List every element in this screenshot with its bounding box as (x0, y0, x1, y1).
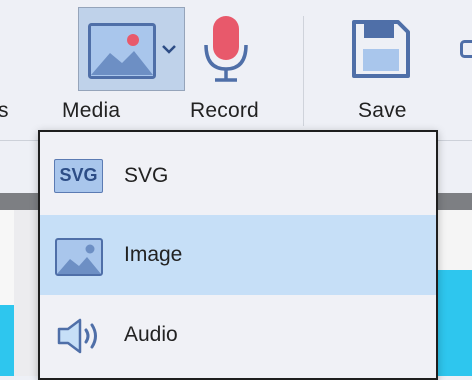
svg-badge-icon: SVG (54, 159, 103, 193)
menu-item-image[interactable]: Image (40, 215, 436, 295)
menu-item-audio[interactable]: Audio (40, 295, 436, 375)
microphone-icon (202, 15, 250, 83)
chevron-down-icon[interactable] (162, 44, 176, 54)
save-button[interactable]: Save (340, 0, 420, 140)
media-button[interactable]: Media (38, 0, 150, 140)
toolbar-partial-label: s (0, 99, 9, 123)
toolbar: s Media Record Save (0, 0, 472, 140)
menu-item-image-label: Image (124, 243, 182, 267)
image-icon (55, 238, 103, 276)
record-button-label: Record (190, 99, 259, 123)
menu-item-audio-label: Audio (124, 323, 178, 347)
floppy-disk-icon (351, 19, 411, 79)
menu-item-svg-label: SVG (124, 164, 168, 188)
menu-item-svg[interactable]: SVG SVG (40, 135, 436, 215)
save-button-label: Save (358, 99, 407, 123)
media-button-label: Media (62, 99, 120, 123)
speaker-icon (57, 318, 103, 354)
record-button[interactable]: Record (180, 0, 272, 140)
toolbar-separator (303, 16, 304, 126)
partial-toolbar-icon[interactable] (460, 40, 472, 58)
canvas-right-edge (438, 210, 472, 270)
image-icon (88, 23, 156, 79)
canvas-cyan-shape-left (0, 305, 14, 376)
media-dropdown-menu: SVG SVG Image Audio (38, 130, 438, 380)
canvas-cyan-shape-right (438, 270, 472, 376)
